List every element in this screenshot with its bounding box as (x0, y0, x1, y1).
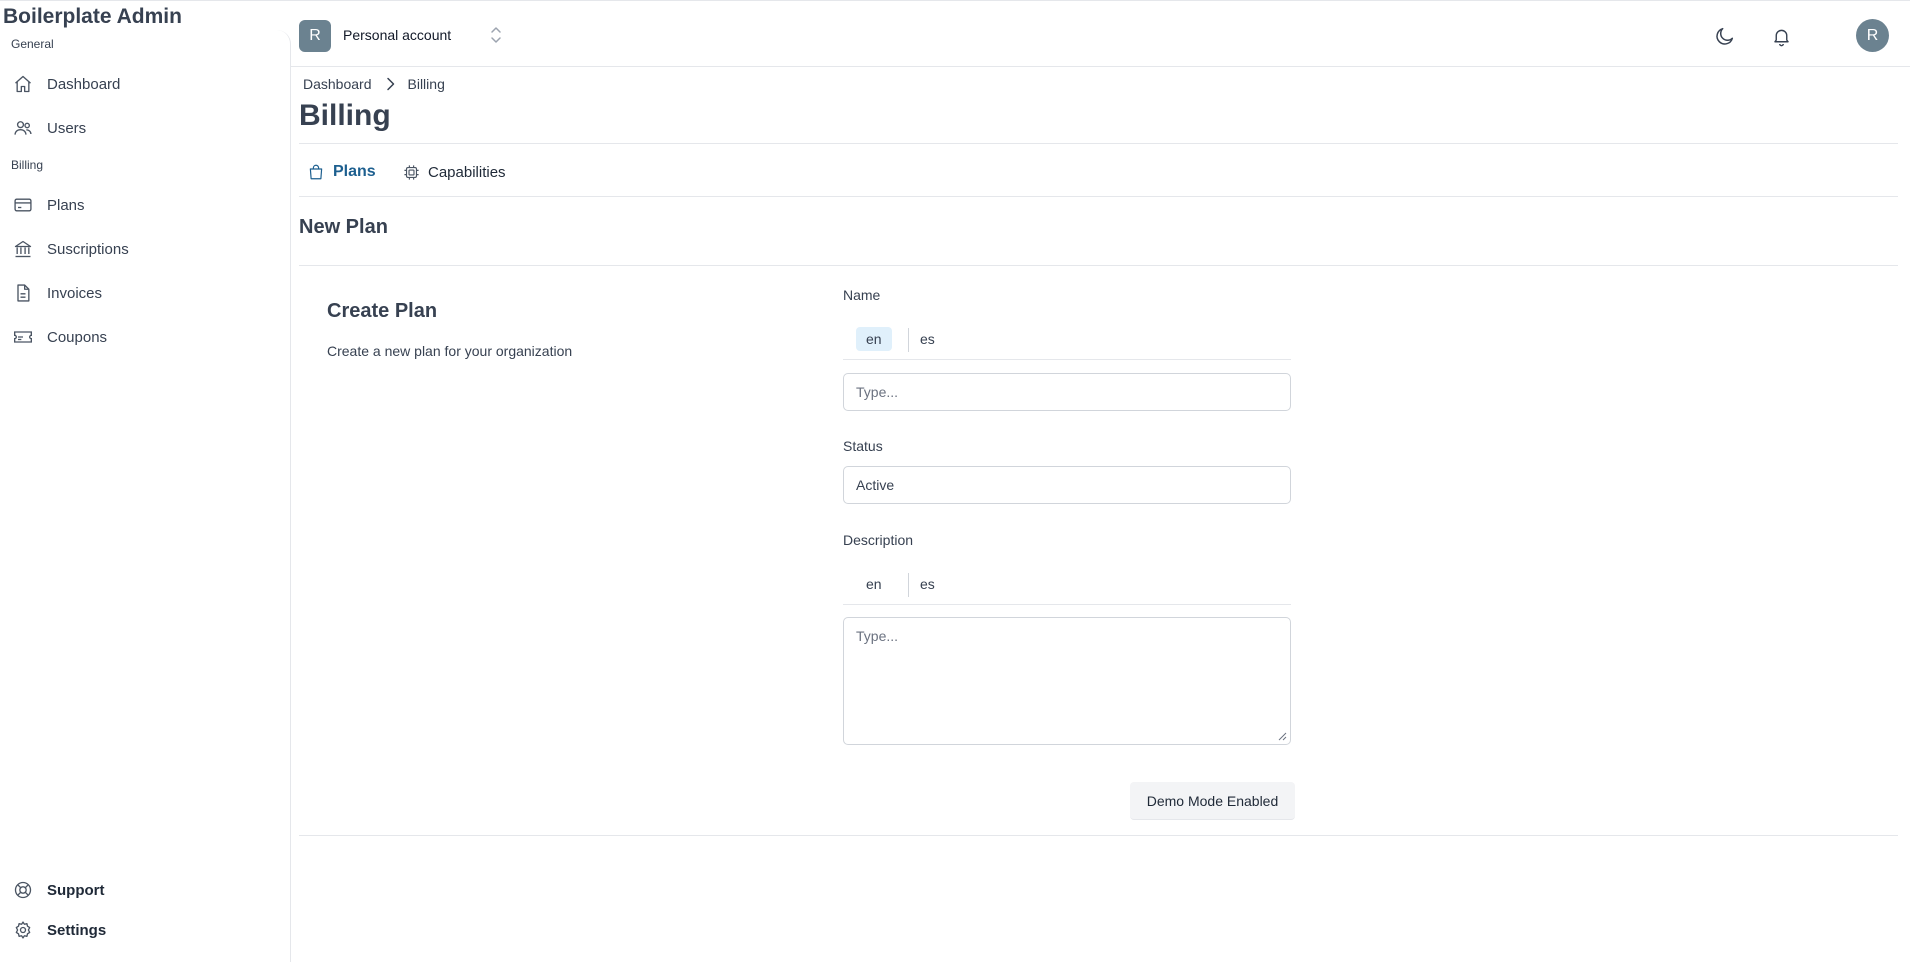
name-input[interactable]: Type... (843, 373, 1291, 411)
breadcrumb: Dashboard Billing (303, 76, 445, 92)
card-description: Create a new plan for your organization (327, 343, 573, 359)
sidebar-item-label: Coupons (47, 328, 108, 346)
status-value: Active (856, 477, 895, 493)
credit-card-icon (12, 194, 34, 216)
sidebar-item-label: Suscriptions (47, 240, 129, 258)
sidebar-item-users[interactable]: Users (12, 111, 86, 145)
name-lang-tab-en[interactable]: en (856, 327, 892, 351)
card-title: Create Plan (327, 300, 438, 322)
app-title: Boilerplate Admin (3, 5, 182, 28)
document-icon (12, 282, 34, 304)
description-language-tabs: en es (843, 564, 1291, 605)
lang-separator (908, 573, 909, 597)
sidebar-item-label: Users (47, 119, 87, 137)
name-language-tabs: en es (843, 319, 1291, 360)
cpu-icon (403, 164, 420, 181)
description-placeholder: Type... (856, 628, 899, 644)
description-textarea[interactable]: Type... (843, 617, 1291, 745)
sidebar-item-support[interactable]: Support (12, 873, 105, 907)
sidebar-item-coupons[interactable]: Coupons (12, 320, 107, 354)
sidebar-item-label: Dashboard (47, 75, 121, 93)
name-lang-tab-es[interactable]: es (910, 327, 945, 351)
sidebar-section-general: General (11, 37, 54, 51)
bell-icon[interactable] (1768, 23, 1794, 49)
home-icon (12, 73, 34, 95)
account-avatar[interactable]: R (299, 20, 331, 52)
bank-icon (12, 238, 34, 260)
status-select[interactable]: Active (843, 466, 1291, 504)
name-input-placeholder: Type... (856, 384, 899, 400)
sidebar-item-invoices[interactable]: Invoices (12, 276, 102, 310)
top-header: R Personal account R (291, 3, 1910, 67)
account-name[interactable]: Personal account (343, 27, 451, 43)
page-title: Billing (299, 99, 391, 132)
chevron-up-down-icon[interactable] (489, 25, 503, 50)
tab-label: Plans (333, 163, 376, 180)
demo-mode-button[interactable]: Demo Mode Enabled (1130, 782, 1295, 820)
sidebar-item-settings[interactable]: Settings (12, 913, 106, 947)
status-label: Status (843, 438, 883, 454)
divider (299, 196, 1898, 197)
chevron-right-icon (386, 77, 396, 91)
shopping-bag-icon (307, 163, 325, 181)
tab-plans[interactable]: Plans (307, 158, 376, 186)
sidebar: Boilerplate Admin General Dashboard User… (0, 0, 291, 962)
sidebar-item-label: Invoices (47, 284, 103, 302)
description-lang-tab-en[interactable]: en (856, 572, 892, 596)
tab-label: Capabilities (428, 163, 506, 181)
section-title: New Plan (299, 216, 388, 238)
moon-icon[interactable] (1712, 23, 1738, 49)
sidebar-panel (0, 30, 291, 962)
ticket-icon (12, 326, 34, 348)
gear-icon (12, 919, 34, 941)
description-label: Description (843, 532, 914, 548)
divider (299, 835, 1898, 836)
sidebar-item-label: Support (47, 881, 105, 899)
resize-grip-icon[interactable] (1278, 732, 1287, 741)
lang-separator (908, 328, 909, 352)
sidebar-item-label: Plans (47, 196, 85, 214)
sidebar-item-plans[interactable]: Plans (12, 188, 85, 222)
sidebar-item-dashboard[interactable]: Dashboard (12, 67, 120, 101)
divider (299, 143, 1898, 144)
breadcrumb-item-billing: Billing (407, 76, 445, 92)
users-icon (12, 117, 34, 139)
sidebar-item-label: Settings (47, 921, 107, 939)
user-avatar[interactable]: R (1856, 19, 1889, 52)
divider (299, 265, 1898, 266)
lifebuoy-icon (12, 879, 34, 901)
tab-capabilities[interactable]: Capabilities (403, 158, 506, 186)
sidebar-item-suscriptions[interactable]: Suscriptions (12, 232, 129, 266)
name-label: Name (843, 287, 881, 303)
description-lang-tab-es[interactable]: es (910, 572, 945, 596)
sidebar-section-billing: Billing (11, 158, 44, 172)
breadcrumb-item-dashboard[interactable]: Dashboard (303, 76, 372, 92)
